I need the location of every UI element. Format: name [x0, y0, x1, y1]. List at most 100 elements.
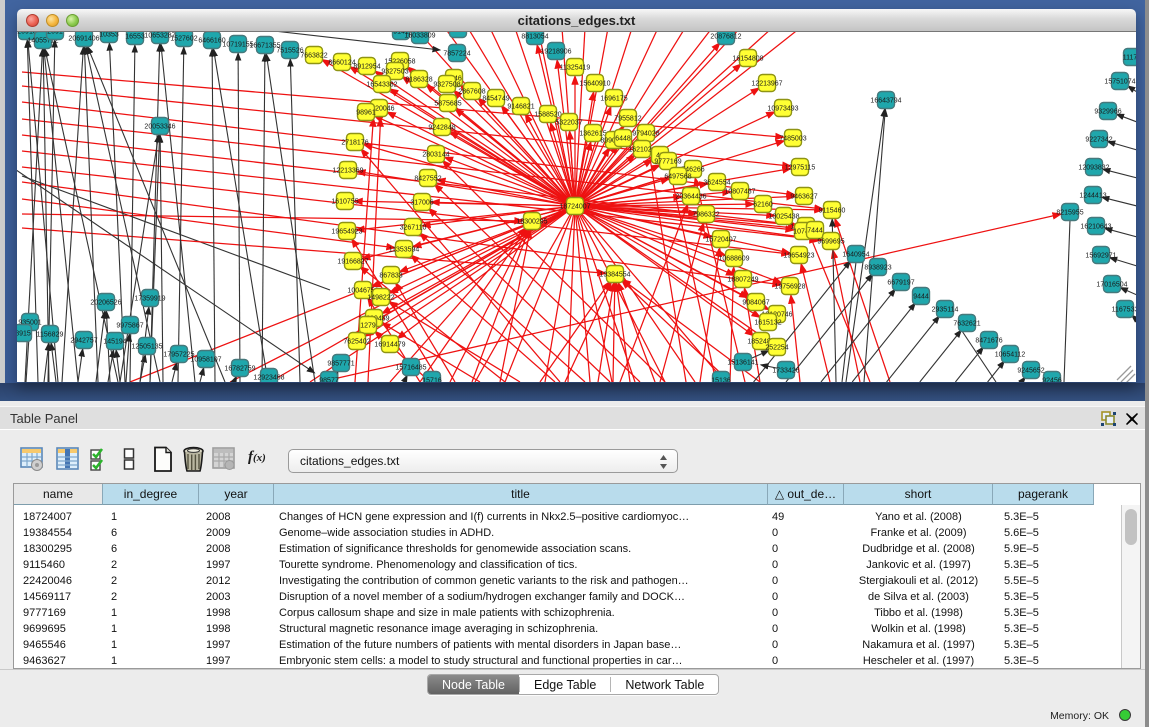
- svg-text:19654923: 19654923: [331, 229, 362, 236]
- svg-text:2935114: 2935114: [932, 307, 959, 314]
- svg-text:19166827: 19166827: [337, 259, 368, 266]
- svg-text:12093832: 12093832: [1078, 165, 1109, 172]
- svg-text:6497568: 6497568: [664, 174, 691, 181]
- svg-text:19218906: 19218906: [540, 49, 571, 56]
- svg-text:8915: 8915: [17, 331, 31, 338]
- svg-text:317006: 317006: [410, 200, 433, 207]
- svg-text:8186328: 8186328: [405, 77, 432, 84]
- svg-text:20876812: 20876812: [710, 34, 741, 41]
- svg-text:7444: 7444: [807, 228, 823, 235]
- svg-text:3267110: 3267110: [400, 225, 427, 232]
- svg-text:19654923: 19654923: [783, 253, 814, 260]
- svg-text:15136: 15136: [711, 378, 731, 383]
- svg-text:11325419: 11325419: [560, 65, 591, 72]
- svg-text:11173: 11173: [1123, 55, 1136, 62]
- svg-text:18724007: 18724007: [559, 204, 590, 211]
- svg-text:1527602: 1527602: [170, 36, 197, 43]
- svg-text:2091: 2091: [47, 32, 63, 36]
- svg-text:1362615: 1362615: [579, 131, 606, 138]
- svg-text:1279: 1279: [360, 323, 376, 330]
- svg-text:3624554: 3624554: [703, 180, 730, 187]
- svg-text:6679197: 6679197: [887, 280, 914, 287]
- svg-text:9115460: 9115460: [819, 208, 846, 215]
- svg-text:11353594: 11353594: [389, 247, 420, 254]
- svg-text:12213369: 12213369: [332, 168, 363, 175]
- svg-text:15716: 15716: [422, 378, 442, 383]
- svg-text:7986322: 7986322: [692, 212, 719, 219]
- svg-text:8454749: 8454749: [482, 96, 509, 103]
- svg-text:252254: 252254: [765, 345, 788, 352]
- svg-text:9699695: 9699695: [817, 239, 844, 246]
- svg-text:10807487: 10807487: [724, 189, 755, 196]
- svg-text:16154808: 16154808: [732, 56, 763, 63]
- svg-text:10654112: 10654112: [995, 352, 1026, 359]
- svg-text:16033809: 16033809: [404, 33, 435, 40]
- svg-text:8938923: 8938923: [864, 265, 891, 272]
- svg-text:19384554: 19384554: [599, 272, 630, 279]
- svg-text:12505135: 12505135: [131, 344, 162, 351]
- svg-text:1640954: 1640954: [842, 252, 869, 259]
- svg-text:9327503: 9327503: [381, 69, 408, 76]
- svg-text:10688609: 10688609: [718, 256, 749, 263]
- svg-text:16782759: 16782759: [224, 366, 255, 373]
- svg-text:9444: 9444: [913, 294, 929, 301]
- svg-text:1733426: 1733426: [772, 368, 799, 375]
- svg-text:62160: 62160: [753, 202, 773, 209]
- svg-text:16553: 16553: [125, 34, 145, 41]
- svg-text:9463627: 9463627: [790, 194, 817, 201]
- svg-text:9245652: 9245652: [1017, 368, 1044, 375]
- svg-text:1156829: 1156829: [37, 332, 64, 339]
- svg-text:867833: 867833: [379, 273, 402, 280]
- svg-text:98577: 98577: [319, 378, 339, 383]
- svg-text:1615132: 1615132: [754, 320, 781, 327]
- svg-text:8912954: 8912954: [353, 64, 380, 71]
- svg-text:20206526: 20206526: [90, 300, 121, 307]
- svg-text:20053346: 20053346: [144, 124, 175, 131]
- svg-text:10025438: 10025438: [768, 214, 799, 221]
- svg-text:9084067: 9084067: [742, 300, 769, 307]
- svg-text:145194: 145194: [103, 339, 126, 346]
- svg-text:16914479: 16914479: [374, 342, 405, 349]
- svg-text:10958107: 10958107: [190, 357, 221, 364]
- svg-text:20364436: 20364436: [675, 194, 706, 201]
- svg-text:8427552: 8427552: [414, 176, 441, 183]
- svg-text:15136141: 15136141: [727, 360, 758, 367]
- svg-text:19756928: 19756928: [774, 284, 805, 291]
- svg-text:5322037: 5322037: [555, 120, 582, 127]
- svg-text:1610755: 1610755: [331, 199, 358, 206]
- svg-text:7625402: 7625402: [343, 339, 370, 346]
- svg-text:9777169: 9777169: [654, 159, 681, 166]
- svg-text:15640910: 15640910: [579, 81, 610, 88]
- svg-text:12975115: 12975115: [785, 165, 816, 172]
- svg-text:9329966: 9329966: [1094, 109, 1121, 116]
- svg-text:9975867: 9975867: [116, 323, 143, 330]
- svg-text:7485003: 7485003: [779, 136, 806, 143]
- svg-text:7632621: 7632621: [953, 321, 980, 328]
- svg-text:16643794: 16643794: [870, 98, 901, 105]
- svg-text:8471676: 8471676: [975, 338, 1002, 345]
- svg-text:15716485: 15716485: [395, 365, 426, 372]
- svg-text:10353: 10353: [99, 32, 119, 39]
- svg-text:9327508: 9327508: [433, 82, 460, 89]
- svg-text:2942757: 2942757: [70, 338, 97, 345]
- svg-text:9227342: 9227342: [1085, 137, 1112, 144]
- svg-text:98961: 98961: [356, 110, 376, 117]
- svg-text:8813: 8813: [450, 32, 466, 34]
- svg-text:6448: 6448: [615, 136, 631, 143]
- svg-text:12923468: 12923468: [253, 375, 284, 382]
- svg-text:9794028: 9794028: [632, 131, 659, 138]
- svg-text:15751074: 15751074: [1104, 79, 1135, 86]
- svg-text:2803144: 2803144: [422, 152, 449, 159]
- svg-text:18300295: 18300295: [516, 219, 547, 226]
- svg-text:1696175: 1696175: [600, 96, 627, 103]
- svg-text:7663822: 7663822: [300, 53, 327, 60]
- svg-text:2867608: 2867608: [458, 89, 485, 96]
- svg-text:9242848: 9242848: [428, 125, 455, 132]
- svg-text:9857771: 9857771: [327, 361, 354, 368]
- svg-text:17016504: 17016504: [1096, 282, 1127, 289]
- svg-text:15692971: 15692971: [1085, 253, 1116, 260]
- svg-text:8813054: 8813054: [521, 34, 548, 41]
- svg-text:92456: 92456: [1042, 378, 1062, 383]
- svg-text:1498222: 1498222: [367, 295, 394, 302]
- svg-text:7857224: 7857224: [443, 51, 470, 58]
